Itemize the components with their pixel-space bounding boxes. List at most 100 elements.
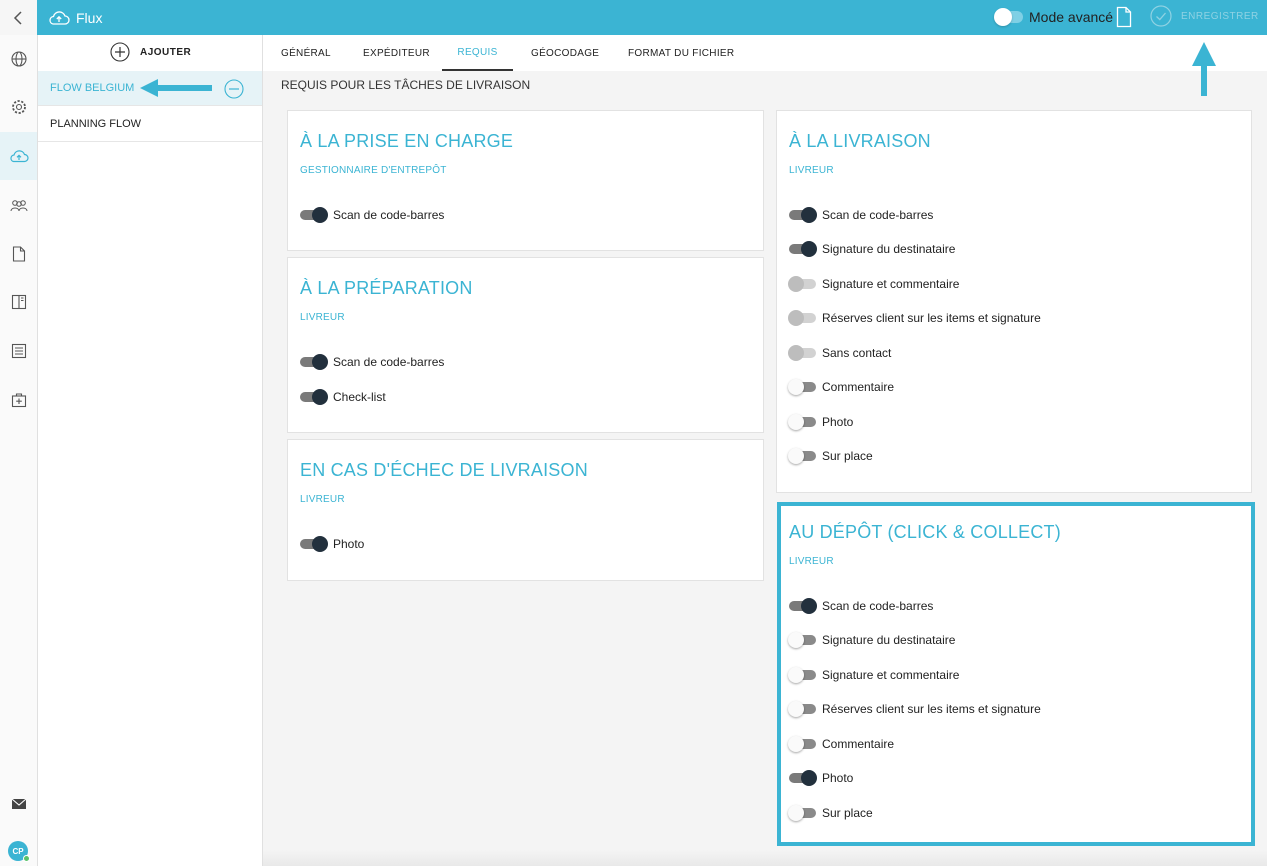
tab-label: REQUIS xyxy=(457,46,498,58)
toggle-switch[interactable] xyxy=(789,770,817,786)
arrow-up-icon xyxy=(1192,42,1216,96)
card-title: À LA PRÉPARATION xyxy=(300,278,473,298)
option-row: Check-list xyxy=(300,389,386,405)
mail-icon[interactable] xyxy=(0,780,37,828)
option-row: Scan de code-barres xyxy=(300,354,444,370)
option-label: Signature du destinataire xyxy=(822,633,956,647)
option-label: Signature et commentaire xyxy=(822,277,960,291)
toggle-switch[interactable] xyxy=(300,207,328,223)
add-flow-button[interactable]: AJOUTER xyxy=(110,42,191,62)
advanced-mode-label: Mode avancé xyxy=(1029,9,1114,25)
tab-requis[interactable]: REQUIS xyxy=(442,35,513,71)
toggle-switch[interactable] xyxy=(788,276,816,292)
toggle-switch[interactable] xyxy=(789,598,817,614)
toggle-switch[interactable] xyxy=(788,379,816,395)
card-role: GESTIONNAIRE D'ENTREPÔT xyxy=(300,165,447,176)
toggle-switch[interactable] xyxy=(788,736,816,752)
flow-item-planning-flow[interactable]: PLANNING FLOW xyxy=(38,107,262,142)
card-title: AU DÉPÔT (CLICK & COLLECT) xyxy=(789,522,1061,542)
option-label: Photo xyxy=(822,415,854,429)
toggle-switch[interactable] xyxy=(300,354,328,370)
advanced-mode-toggle[interactable]: Mode avancé xyxy=(994,7,1114,27)
gear-icon[interactable] xyxy=(0,83,37,131)
tab-geocodage[interactable]: GÉOCODAGE xyxy=(531,35,599,71)
chevron-left-icon xyxy=(13,10,22,25)
toggle-switch[interactable] xyxy=(300,536,328,552)
card-role: LIVREUR xyxy=(300,312,345,323)
users-icon[interactable] xyxy=(0,181,37,229)
tab-label: GÉOCODAGE xyxy=(531,47,600,59)
list-icon[interactable] xyxy=(0,327,37,375)
tab-general[interactable]: GÉNÉRAL xyxy=(281,35,331,71)
toggle-switch[interactable] xyxy=(788,414,816,430)
tab-expediteur[interactable]: EXPÉDITEUR xyxy=(363,35,430,71)
book-icon[interactable] xyxy=(0,278,37,326)
option-label: Scan de code-barres xyxy=(822,599,934,613)
toggle-switch[interactable] xyxy=(788,701,816,717)
top-bar: Flux Mode avancé ENREGISTRER xyxy=(0,0,1267,35)
option-label: Signature du destinataire xyxy=(822,242,956,256)
back-button[interactable] xyxy=(0,0,37,35)
card-delivery-failure: EN CAS D'ÉCHEC DE LIVRAISON LIVREUR Phot… xyxy=(287,439,764,581)
toggle-switch[interactable] xyxy=(788,448,816,464)
advanced-mode-switch[interactable] xyxy=(994,8,1023,26)
flow-item-flow-belgium[interactable]: FLOW BELGIUM xyxy=(38,71,262,106)
avatar-initials: CP xyxy=(12,846,24,856)
option-row: Signature et commentaire xyxy=(788,667,959,683)
bottom-shadow xyxy=(263,850,1267,866)
globe-icon[interactable] xyxy=(0,35,37,83)
option-label: Check-list xyxy=(333,390,386,404)
document-icon[interactable] xyxy=(1116,6,1132,33)
toggle-switch[interactable] xyxy=(789,241,817,257)
card-title: À LA PRISE EN CHARGE xyxy=(300,131,514,151)
check-circle-icon xyxy=(1150,5,1172,27)
flow-item-label: PLANNING FLOW xyxy=(50,118,142,130)
avatar[interactable]: CP xyxy=(8,841,30,862)
option-row: Scan de code-barres xyxy=(789,207,933,223)
plus-circle-icon xyxy=(110,42,130,62)
left-rail: CP xyxy=(0,35,38,866)
cloud-upload-icon[interactable] xyxy=(0,132,37,180)
tab-format-du-fichier[interactable]: FORMAT DU FICHIER xyxy=(628,35,734,71)
option-label: Scan de code-barres xyxy=(333,208,445,222)
option-row: Photo xyxy=(300,536,364,552)
option-row: Signature du destinataire xyxy=(788,632,956,648)
add-flow-label: AJOUTER xyxy=(140,46,192,58)
document-icon[interactable] xyxy=(0,230,37,278)
save-button[interactable]: ENREGISTRER xyxy=(1150,4,1259,28)
tab-label: FORMAT DU FICHIER xyxy=(628,47,735,59)
minus-circle-icon[interactable] xyxy=(224,79,244,99)
section-title: REQUIS POUR LES TÂCHES DE LIVRAISON xyxy=(281,78,531,92)
option-row: Sur place xyxy=(788,805,873,821)
toggle-switch[interactable] xyxy=(788,310,816,326)
option-label: Sans contact xyxy=(822,346,892,360)
option-row: Sans contact xyxy=(788,345,892,361)
option-row: Sur place xyxy=(788,448,873,464)
medical-kit-icon[interactable] xyxy=(0,376,37,424)
toggle-switch[interactable] xyxy=(788,632,816,648)
online-status-dot xyxy=(23,855,30,862)
tab-label: EXPÉDITEUR xyxy=(363,47,430,59)
save-button-label: ENREGISTRER xyxy=(1181,10,1259,22)
option-label: Commentaire xyxy=(822,737,895,751)
card-title: À LA LIVRAISON xyxy=(789,131,931,151)
toggle-switch[interactable] xyxy=(788,667,816,683)
card-role: LIVREUR xyxy=(789,556,834,567)
option-row: Signature du destinataire xyxy=(789,241,955,257)
option-label: Commentaire xyxy=(822,380,895,394)
tab-label: GÉNÉRAL xyxy=(281,47,331,59)
toggle-switch[interactable] xyxy=(788,345,816,361)
option-row: Photo xyxy=(789,770,853,786)
toggle-switch[interactable] xyxy=(789,207,817,223)
toggle-switch[interactable] xyxy=(788,805,816,821)
card-title: EN CAS D'ÉCHEC DE LIVRAISON xyxy=(300,460,588,480)
option-label: Photo xyxy=(333,537,365,551)
option-label: Scan de code-barres xyxy=(333,355,445,369)
option-row: Signature et commentaire xyxy=(788,276,960,292)
option-label: Scan de code-barres xyxy=(822,208,934,222)
option-row: Scan de code-barres xyxy=(300,207,444,223)
card-role: LIVREUR xyxy=(300,494,345,505)
toggle-switch[interactable] xyxy=(300,389,328,405)
flow-list: AJOUTER FLOW BELGIUM PLANNING FLOW xyxy=(38,35,263,866)
option-row: Scan de code-barres xyxy=(789,598,933,614)
